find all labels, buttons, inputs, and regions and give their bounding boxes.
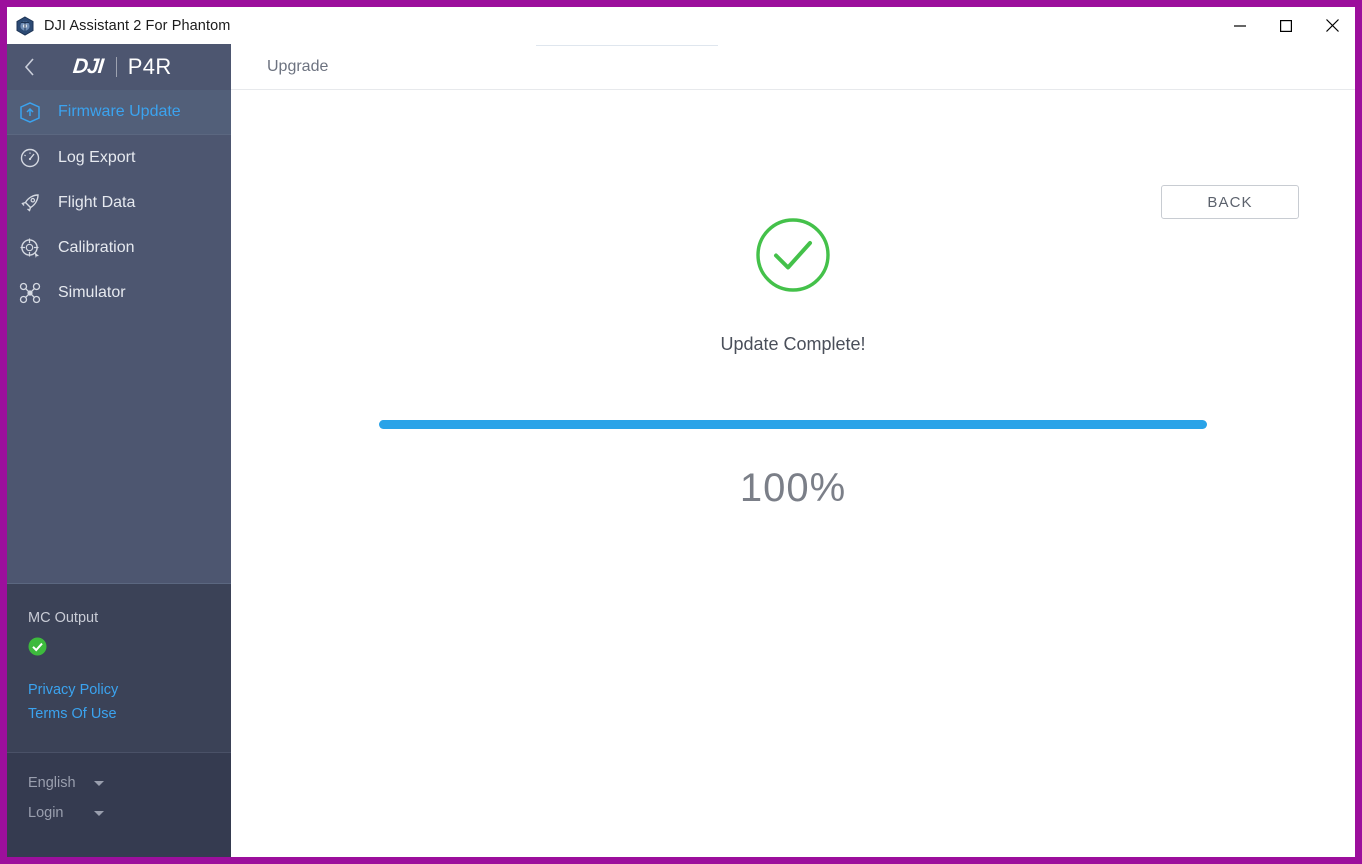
- sidebar-status-panel: MC Output Privacy Policy Terms Of Use: [7, 584, 231, 753]
- window-controls: [1217, 7, 1355, 44]
- maximize-button[interactable]: [1263, 7, 1309, 44]
- check-circle-icon: [28, 637, 47, 656]
- main-content: Upgrade BACK Update Complete! 100%: [231, 44, 1355, 857]
- firmware-update-icon: [15, 97, 45, 127]
- sidebar-item-simulator[interactable]: Simulator: [7, 270, 231, 315]
- mc-output-label: MC Output: [28, 610, 99, 626]
- rocket-icon: [15, 188, 45, 218]
- brand-separator: [115, 57, 117, 77]
- sidebar-item-label: Flight Data: [58, 193, 136, 211]
- progress-track: [379, 420, 1207, 429]
- drone-hex-icon: [15, 15, 35, 36]
- login-selector[interactable]: Login: [28, 805, 231, 821]
- privacy-policy-link[interactable]: Privacy Policy: [28, 682, 231, 698]
- sidebar-header: DJI P4R: [7, 44, 231, 90]
- update-status-message: Update Complete!: [720, 334, 866, 354]
- sidebar-nav: Firmware Update Log Export Flight Data C…: [7, 90, 231, 315]
- sidebar-item-label: Calibration: [58, 238, 135, 256]
- close-button[interactable]: [1309, 7, 1355, 44]
- chevron-left-icon[interactable]: [18, 56, 40, 78]
- model-name: P4R: [127, 54, 172, 79]
- sidebar-item-log-export[interactable]: Log Export: [7, 135, 231, 180]
- window-body: DJI P4R Firmware Update Log Export Fligh…: [7, 44, 1355, 857]
- brand-name: DJI: [71, 55, 104, 78]
- sidebar-item-label: Firmware Update: [58, 103, 181, 120]
- progress-fill: [379, 420, 1207, 429]
- tab-upgrade[interactable]: Upgrade: [267, 58, 328, 76]
- drone-icon: [15, 278, 45, 308]
- dji-logo: DJI P4R: [71, 54, 172, 80]
- caret-down-icon: [94, 780, 104, 786]
- topbar-divider-artifact: [536, 45, 718, 46]
- sidebar-footer: English Login: [7, 753, 231, 857]
- terms-of-use-link[interactable]: Terms Of Use: [28, 706, 231, 722]
- sidebar-spacer: [7, 315, 231, 584]
- app-window: DJI Assistant 2 For Phantom DJI P4R Firm…: [7, 7, 1355, 857]
- sidebar-item-firmware-update[interactable]: Firmware Update: [7, 90, 231, 135]
- progress-percent-label: 100%: [739, 466, 847, 510]
- progress-bar: [379, 420, 1207, 429]
- sidebar-links: Privacy Policy Terms Of Use: [28, 682, 231, 722]
- content-topbar: Upgrade: [231, 44, 1355, 90]
- upgrade-result: Update Complete! 100%: [231, 90, 1355, 511]
- sidebar-item-label: Log Export: [58, 148, 136, 166]
- upgrade-panel: BACK Update Complete! 100%: [231, 90, 1355, 857]
- gauge-icon: [15, 143, 45, 173]
- language-label: English: [28, 775, 76, 791]
- check-circle-outline-icon: [755, 217, 831, 298]
- sidebar-item-calibration[interactable]: Calibration: [7, 225, 231, 270]
- sidebar: DJI P4R Firmware Update Log Export Fligh…: [7, 44, 231, 857]
- window-title: DJI Assistant 2 For Phantom: [44, 17, 231, 34]
- minimize-button[interactable]: [1217, 7, 1263, 44]
- crosshair-icon: [15, 233, 45, 263]
- login-label: Login: [28, 805, 64, 821]
- caret-down-icon: [94, 810, 104, 816]
- title-bar: DJI Assistant 2 For Phantom: [7, 7, 1355, 44]
- sidebar-item-flight-data[interactable]: Flight Data: [7, 180, 231, 225]
- sidebar-item-label: Simulator: [58, 283, 126, 301]
- language-selector[interactable]: English: [28, 775, 231, 791]
